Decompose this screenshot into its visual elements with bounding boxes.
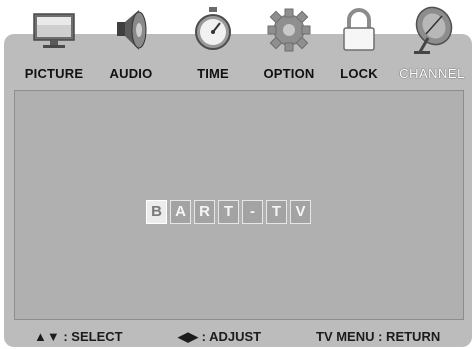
gear-icon	[267, 8, 311, 52]
tab-label: OPTION	[263, 66, 315, 81]
speaker-icon	[117, 10, 147, 50]
name-char-cell[interactable]: T	[218, 200, 239, 224]
footer-hints: ▲▼ : SELECT ◀▶ : ADJUST TV MENU : RETURN	[0, 324, 476, 346]
tab-channel[interactable]: CHANNEL	[392, 0, 472, 90]
monitor-icon	[33, 13, 75, 48]
tab-lock[interactable]: LOCK	[331, 0, 387, 90]
tab-label: CHANNEL	[399, 66, 465, 81]
name-char-cell[interactable]: T	[266, 200, 287, 224]
tab-option[interactable]: OPTION	[251, 0, 327, 90]
stopwatch-icon	[195, 7, 231, 50]
name-char-cell[interactable]: -	[242, 200, 263, 224]
tab-label: TIME	[197, 66, 229, 81]
padlock-icon	[343, 8, 375, 51]
name-char-cell[interactable]: R	[194, 200, 215, 224]
menu-tab-bar: PICTURE AUDIO TIME OPTION LOCK CHANNEL	[0, 0, 476, 90]
tab-picture[interactable]: PICTURE	[14, 0, 94, 90]
satellite-dish-icon	[414, 6, 453, 54]
name-char-cell[interactable]: A	[170, 200, 191, 224]
name-char-cell[interactable]: B	[146, 200, 167, 224]
select-hint: ▲▼ : SELECT	[34, 329, 123, 344]
tab-audio[interactable]: AUDIO	[99, 0, 163, 90]
name-char-cell[interactable]: V	[290, 200, 311, 224]
adjust-hint: ◀▶ : ADJUST	[178, 329, 262, 344]
tab-time[interactable]: TIME	[183, 0, 243, 90]
return-hint: TV MENU : RETURN	[316, 329, 441, 344]
tab-label: AUDIO	[109, 66, 153, 81]
tab-label: PICTURE	[24, 66, 84, 81]
channel-name-editor: B A R T - T V	[146, 200, 311, 226]
tab-label: LOCK	[340, 66, 378, 81]
